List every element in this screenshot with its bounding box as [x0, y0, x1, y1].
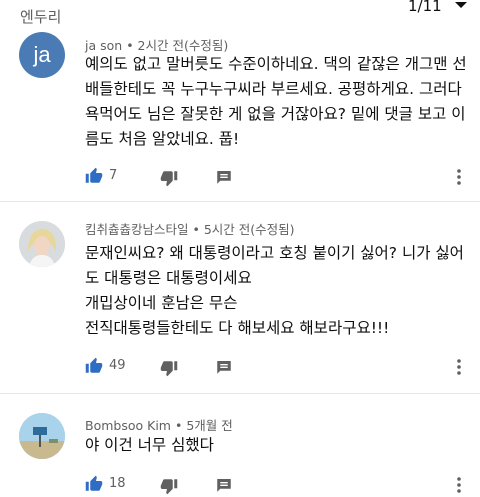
- comment-meta: Bombsoo Kim • 5개월 전: [85, 415, 233, 434]
- comment-line: 욕먹어도 님은 잘못한 게 없을 거잖아요? 밑에 댓글 보고 이: [85, 105, 466, 123]
- comment-icon[interactable]: [215, 476, 233, 494]
- comment-actions: 7: [0, 165, 480, 189]
- comment-item: 킴취츕츕캉남스타일 • 5시간 전(수정됨) 문재인씨요? 왜 대통령이라고 호…: [0, 202, 480, 392]
- comment-time: 5개월 전: [186, 418, 233, 433]
- comment-text: 예의도 없고 말버릇도 수준이하네요. 댁의 같잖은 개그맨 선 배들한테도 꼭…: [85, 52, 467, 152]
- thumb-down-icon[interactable]: [160, 477, 178, 495]
- comment-author[interactable]: Bombsoo Kim: [85, 418, 171, 433]
- comment-icon[interactable]: [215, 168, 233, 186]
- thumb-up-icon[interactable]: [85, 475, 103, 493]
- comment-time: 5시간 전(수정됨): [203, 222, 295, 237]
- more-vert-icon[interactable]: [452, 476, 466, 494]
- like-count: 7: [109, 168, 118, 183]
- meta-separator: •: [126, 38, 138, 53]
- comment-actions: 49: [0, 355, 480, 379]
- avatar-photo-icon: [19, 413, 65, 459]
- meta-separator: •: [174, 418, 187, 433]
- avatar[interactable]: [19, 413, 65, 459]
- comment-text: 문재인씨요? 왜 대통령이라고 호칭 붙이기 싫어? 니가 싫어 도 대통령은 …: [85, 241, 464, 341]
- more-vert-icon[interactable]: [452, 168, 466, 186]
- meta-separator: •: [192, 222, 204, 237]
- thumb-up-icon[interactable]: [85, 357, 103, 375]
- comment-line: 개밉상이네 훈남은 무슨: [85, 294, 238, 312]
- comment-item: Bombsoo Kim • 5개월 전 야 이건 너무 심했다 18: [0, 394, 480, 497]
- comment-text: 야 이건 너무 심했다: [85, 433, 460, 458]
- comment-time: 2시간 전(수정됨): [137, 38, 229, 53]
- comment-line: 예의도 없고 말버릇도 수준이하네요. 댁의 같잖은 개그맨 선: [85, 55, 467, 73]
- thumb-down-icon[interactable]: [160, 359, 178, 377]
- avatar[interactable]: [19, 221, 65, 267]
- like-count: 49: [109, 358, 126, 373]
- like-count: 18: [109, 476, 126, 491]
- comment-line: 문재인씨요? 왜 대통령이라고 호칭 붙이기 싫어? 니가 싫어: [85, 244, 464, 262]
- avatar-initials: ja: [33, 42, 51, 67]
- comment-author[interactable]: ja son: [85, 38, 122, 53]
- comment-line: 야 이건 너무 심했다: [85, 436, 214, 454]
- comment-line: 도 대통령은 대통령이세요: [85, 269, 252, 287]
- comment-icon[interactable]: [215, 358, 233, 376]
- comment-actions: 18: [0, 473, 480, 497]
- comment-author[interactable]: 킴취츕츕캉남스타일: [85, 222, 189, 237]
- thumb-down-icon[interactable]: [160, 169, 178, 187]
- avatar-photo-icon: [19, 221, 65, 267]
- comment-item: ja ja son • 2시간 전(수정됨) 예의도 없고 말버릇도 수준이하네…: [0, 0, 480, 200]
- comment-meta: 킴취츕츕캉남스타일 • 5시간 전(수정됨): [85, 219, 295, 238]
- more-vert-icon[interactable]: [452, 358, 466, 376]
- comment-line: 배들한테도 꼭 누구누구씨라 부르세요. 공평하게요. 그러다: [85, 80, 462, 98]
- thumb-up-icon[interactable]: [85, 167, 103, 185]
- comment-line: 전직대통령들한테도 다 해보세요 해보라구요!!!: [85, 319, 390, 337]
- comment-line: 름도 처음 알았네요. 풉!: [85, 130, 240, 148]
- avatar[interactable]: ja: [19, 32, 65, 78]
